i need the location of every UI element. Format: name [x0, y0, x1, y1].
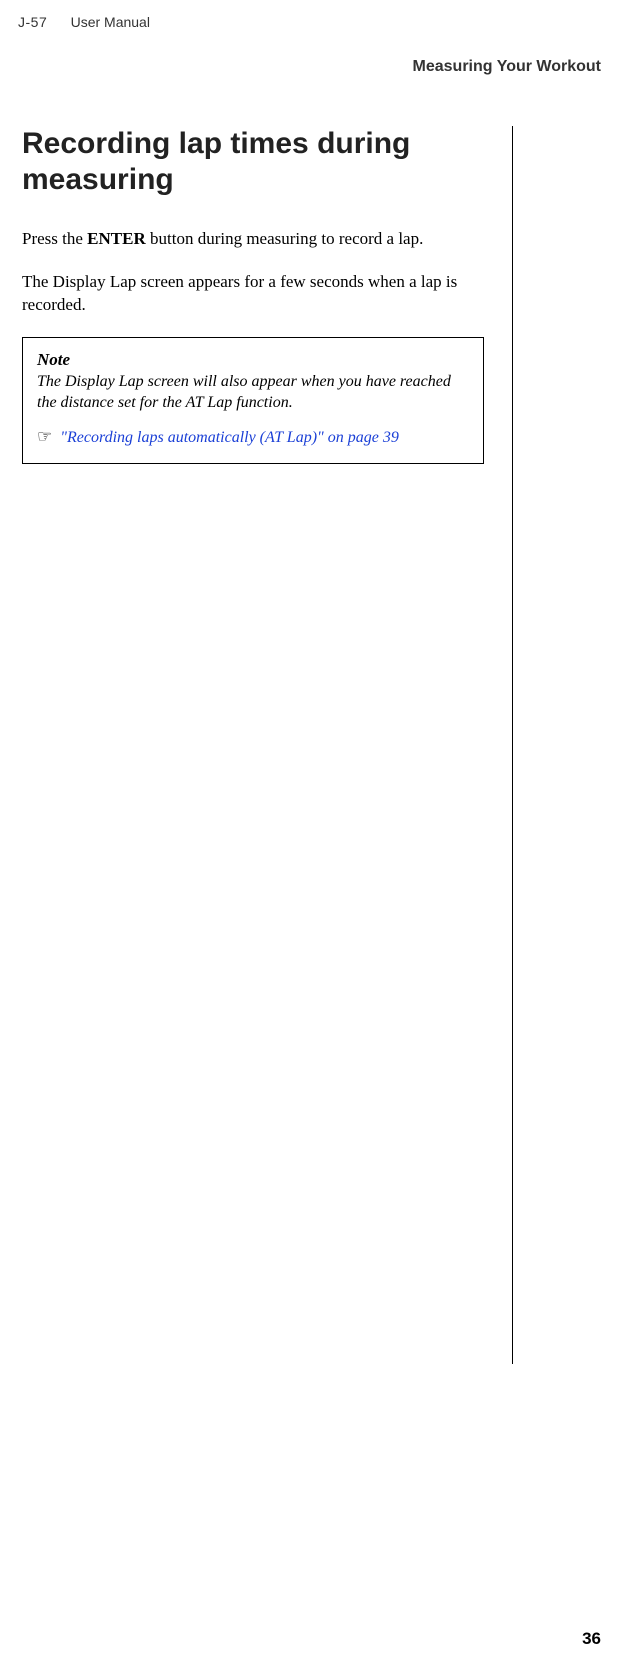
page-number: 36: [582, 1629, 601, 1649]
hand-icon: ☞: [37, 427, 52, 446]
display-lap-paragraph: The Display Lap screen appears for a few…: [22, 271, 484, 317]
page-title: Recording lap times during measuring: [22, 126, 484, 198]
note-box: Note The Display Lap screen will also ap…: [22, 337, 484, 465]
model-id: J-57: [18, 14, 47, 30]
cross-reference: ☞ "Recording laps automatically (AT Lap)…: [37, 427, 469, 447]
xref-link[interactable]: "Recording laps automatically (AT Lap)" …: [60, 429, 399, 446]
manual-label: User Manual: [71, 14, 150, 30]
right-column: [513, 126, 601, 1364]
intro-paragraph: Press the ENTER button during measuring …: [22, 228, 484, 251]
para1-post: button during measuring to record a lap.: [146, 229, 424, 248]
left-column: Recording lap times during measuring Pre…: [22, 126, 513, 1364]
content-columns: Recording lap times during measuring Pre…: [0, 76, 623, 1364]
para1-pre: Press the: [22, 229, 87, 248]
note-heading: Note: [37, 350, 469, 370]
running-header: J-57 User Manual: [0, 0, 623, 30]
enter-button-label: ENTER: [87, 229, 146, 248]
header-separator: [51, 14, 67, 30]
section-title: Measuring Your Workout: [0, 30, 623, 76]
note-body: The Display Lap screen will also appear …: [37, 372, 469, 414]
